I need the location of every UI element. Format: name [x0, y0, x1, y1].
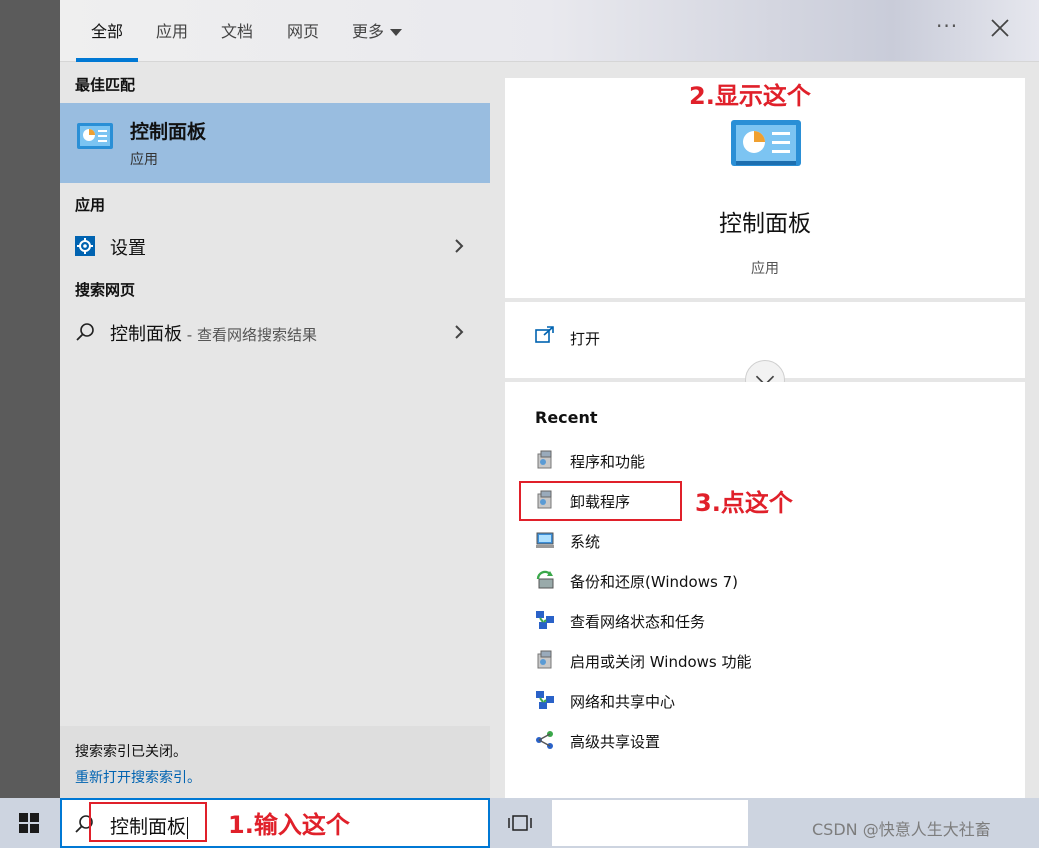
windows-start-icon[interactable] [19, 813, 39, 833]
control-panel-icon [77, 123, 113, 149]
chevron-right-icon [455, 325, 464, 339]
share-icon [536, 731, 553, 749]
filter-tab-bar: 全部 应用 文档 网页 更多 ··· [60, 0, 1039, 62]
recent-item[interactable]: 高级共享设置 [535, 726, 995, 754]
recent-item-label: 查看网络状态和任务 [570, 613, 706, 631]
more-options-icon[interactable]: ··· [936, 14, 958, 38]
recent-item[interactable]: 程序和功能 [535, 446, 995, 474]
search-index-note: 搜索索引已关闭。 重新打开搜索索引。 [60, 726, 490, 798]
web-search-label: 控制面板 - 查看网络搜索结果 [110, 320, 317, 346]
app-type: 应用 [751, 261, 779, 277]
search-window: 全部 应用 文档 网页 更多 ··· 最佳匹配 控制面板 应用 应用 设置 搜索… [60, 0, 1039, 798]
best-match-title: 控制面板 [130, 121, 207, 143]
app-title: 控制面板 [719, 211, 811, 237]
dropdown-arrow-icon [390, 29, 403, 36]
close-icon[interactable] [988, 16, 1012, 40]
taskbar-app-slot[interactable] [552, 800, 748, 846]
chevron-right-icon [455, 239, 464, 253]
recent-item-label: 系统 [570, 533, 601, 551]
programs-icon [537, 650, 552, 669]
annotation-box-uninstall [519, 481, 682, 521]
web-heading: 搜索网页 [75, 281, 136, 299]
annotation-box-search [89, 802, 207, 842]
tab-documents[interactable]: 文档 [221, 18, 253, 42]
settings-label: 设置 [110, 238, 146, 259]
app-preview-card: 控制面板 应用 [505, 78, 1025, 298]
network-icon [536, 691, 554, 709]
tab-apps[interactable]: 应用 [156, 18, 188, 42]
best-match-subtitle: 应用 [130, 152, 158, 168]
system-icon [536, 532, 554, 548]
watermark: CSDN @快意人生大社畜 [812, 820, 991, 839]
recent-item[interactable]: 系统 [535, 526, 995, 554]
recent-item[interactable]: 网络和共享中心 [535, 686, 995, 714]
recent-item-label: 高级共享设置 [570, 733, 661, 751]
recent-heading: Recent [535, 408, 598, 427]
recent-card: Recent 程序和功能 卸载程序 系统 备份和还原(Windows 7) 查看… [505, 382, 1025, 798]
network-icon [536, 611, 554, 629]
recent-item-label: 程序和功能 [570, 453, 646, 471]
control-panel-icon [731, 120, 801, 166]
reenable-index-link[interactable]: 重新打开搜索索引。 [75, 767, 201, 787]
settings-result[interactable]: 设置 [60, 226, 490, 266]
tab-more[interactable]: 更多 [352, 18, 403, 42]
recent-item-label: 备份和还原(Windows 7) [570, 573, 738, 591]
recent-item-label: 网络和共享中心 [570, 693, 676, 711]
best-match-result[interactable]: 控制面板 应用 [60, 103, 490, 183]
web-search-hint: - 查看网络搜索结果 [182, 326, 317, 344]
open-icon [535, 326, 554, 343]
programs-icon [537, 450, 552, 469]
settings-gear-icon [75, 236, 95, 256]
task-view-icon[interactable] [508, 812, 532, 834]
tab-web[interactable]: 网页 [287, 18, 319, 42]
desktop-edge [0, 0, 60, 798]
search-icon [76, 323, 94, 341]
best-match-heading: 最佳匹配 [75, 76, 136, 94]
web-query: 控制面板 [110, 324, 182, 345]
apps-heading: 应用 [75, 196, 106, 214]
tab-more-label: 更多 [352, 22, 385, 41]
tab-all[interactable]: 全部 [91, 18, 123, 42]
recent-item-label: 启用或关闭 Windows 功能 [570, 653, 752, 671]
results-pane: 最佳匹配 控制面板 应用 应用 设置 搜索网页 控制面板 - 查看网络搜索结果 … [60, 62, 490, 798]
annotation-step1: 1.输入这个 [228, 811, 350, 839]
annotation-step3: 3.点这个 [695, 489, 793, 517]
backup-icon [536, 570, 554, 589]
recent-item[interactable]: 备份和还原(Windows 7) [535, 566, 995, 594]
recent-item[interactable]: 启用或关闭 Windows 功能 [535, 646, 995, 674]
index-off-text: 搜索索引已关闭。 [75, 744, 187, 760]
recent-item[interactable]: 查看网络状态和任务 [535, 606, 995, 634]
preview-pane: 控制面板 应用 打开 Recent 程序和功能 卸载程序 系统 备份和还原(Wi… [490, 62, 1039, 798]
web-search-result[interactable]: 控制面板 - 查看网络搜索结果 [60, 312, 490, 352]
annotation-step2: 2.显示这个 [689, 82, 811, 110]
open-label: 打开 [570, 330, 601, 348]
